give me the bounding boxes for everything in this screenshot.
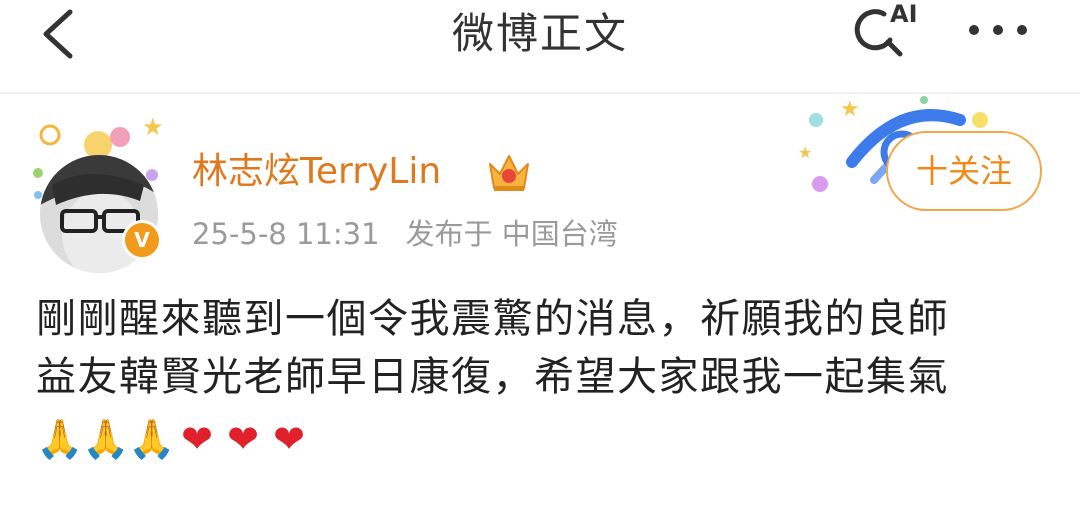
post-body: 剛剛醒來聽到一個令我震驚的消息，祈願我的良師 益友韓賢光老師早日康復，希望大家跟…: [36, 290, 1056, 406]
ai-label: AI: [890, 0, 918, 28]
post-text-line: 益友韓賢光老師早日康復，希望大家跟我一起集氣: [36, 354, 949, 400]
emoji-row: 🙏🙏🙏 ❤ ❤ ❤: [36, 414, 312, 464]
praying-hands-emoji: 🙏: [36, 417, 84, 461]
praying-hands-emoji: 🙏: [128, 417, 176, 461]
follow-button[interactable]: 十关注: [886, 131, 1042, 211]
ai-search-icon[interactable]: AI: [842, 0, 922, 64]
svg-text:★: ★: [840, 97, 860, 122]
praying-hands-emoji: 🙏: [82, 417, 130, 461]
post-meta: 25-5-8 11:31 发布于 中国台湾: [192, 214, 618, 254]
red-heart-emoji: ❤: [273, 417, 305, 461]
post-text-line: 剛剛醒來聽到一個令我震驚的消息，祈願我的良師: [36, 296, 949, 342]
nav-bar: 微博正文 AI: [0, 0, 1080, 92]
post-timestamp: 25-5-8 11:31: [192, 217, 380, 251]
verified-icon: V: [122, 220, 162, 260]
red-heart-emoji: ❤: [181, 417, 213, 461]
post-location: 发布于 中国台湾: [405, 217, 618, 251]
avatar-area[interactable]: ★ V: [30, 115, 170, 273]
red-heart-emoji: ❤: [227, 417, 259, 461]
author-name[interactable]: 林志炫TerryLin: [192, 150, 441, 194]
svg-text:★: ★: [142, 115, 164, 141]
more-icon[interactable]: [960, 10, 1036, 50]
crown-icon: [486, 150, 532, 194]
svg-text:★: ★: [798, 143, 812, 162]
